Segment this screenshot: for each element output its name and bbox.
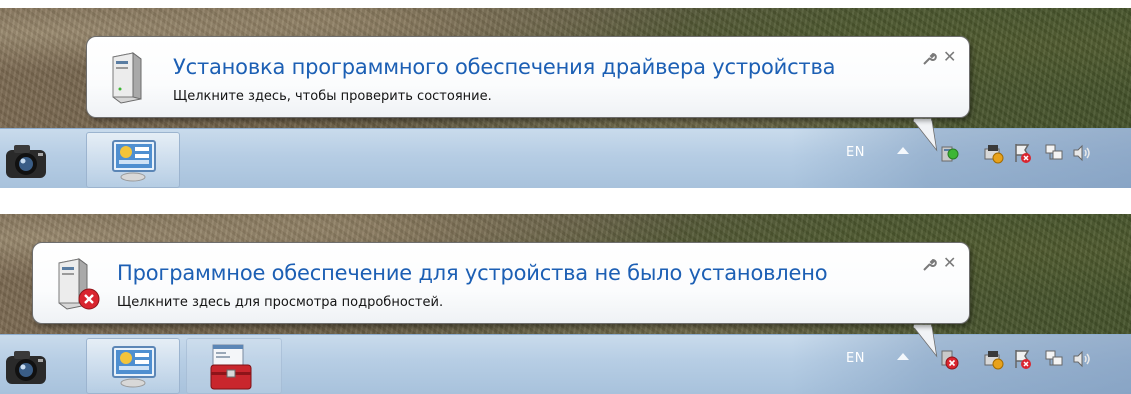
camera-app-icon — [6, 351, 46, 384]
notification-screenshot-1: EN Установка программного обеспечения др… — [0, 8, 1131, 188]
show-hidden-icons-arrow[interactable] — [897, 353, 909, 360]
balloon-pointer — [913, 118, 938, 152]
taskbar: EN — [0, 334, 1131, 394]
balloon-subtitle: Щелкните здесь для просмотра подробносте… — [117, 295, 444, 310]
taskbar-button-control-panel[interactable] — [86, 132, 180, 188]
taskbar-button-camera[interactable] — [0, 338, 58, 394]
close-icon[interactable]: ✕ — [943, 253, 956, 272]
wrench-icon[interactable] — [921, 257, 937, 273]
balloon-title: Программное обеспечение для устройства н… — [117, 261, 828, 285]
taskbar: EN — [0, 128, 1131, 188]
action-center-icon[interactable] — [1012, 141, 1034, 165]
volume-icon[interactable] — [1071, 347, 1093, 371]
toolbox-icon — [210, 344, 252, 390]
device-tower-icon — [112, 52, 142, 104]
notification-balloon[interactable]: Установка программного обеспечения драйв… — [86, 36, 970, 118]
taskbar-button-camera[interactable] — [0, 132, 58, 188]
volume-icon[interactable] — [1071, 141, 1093, 165]
balloon-title: Установка программного обеспечения драйв… — [173, 55, 836, 79]
taskbar-button-control-panel[interactable] — [86, 338, 180, 394]
control-panel-icon — [112, 140, 156, 182]
language-indicator[interactable]: EN — [846, 351, 865, 366]
balloon-pointer — [913, 324, 938, 358]
network-icon[interactable] — [1043, 141, 1065, 165]
wrench-icon[interactable] — [921, 51, 937, 67]
taskbar-button-toolbox[interactable] — [186, 338, 282, 394]
language-indicator[interactable]: EN — [846, 145, 865, 160]
network-icon[interactable] — [1043, 347, 1065, 371]
action-center-icon[interactable] — [1012, 347, 1034, 371]
notification-screenshot-2: EN Программное обеспечение для устройств… — [0, 214, 1131, 394]
control-panel-icon — [112, 346, 156, 388]
close-icon[interactable]: ✕ — [943, 47, 956, 66]
camera-app-icon — [6, 145, 46, 178]
network-warning-icon[interactable] — [983, 347, 1005, 371]
notification-balloon[interactable]: Программное обеспечение для устройства н… — [32, 242, 970, 324]
show-hidden-icons-arrow[interactable] — [897, 147, 909, 154]
balloon-subtitle: Щелкните здесь, чтобы проверить состояни… — [173, 89, 492, 104]
network-warning-icon[interactable] — [983, 141, 1005, 165]
device-tower-error-icon — [58, 258, 100, 310]
